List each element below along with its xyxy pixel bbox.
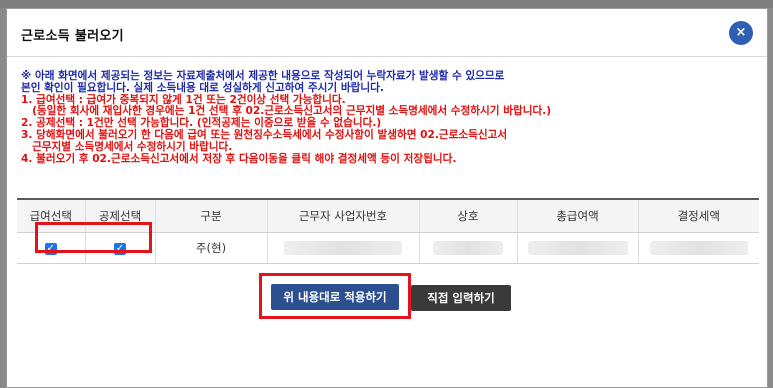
notice-line: 4. 불러오기 후 02.근로소득신고서에서 저장 후 다음이동을 클릭 해야 … [21,152,457,165]
notice-line: 본인 확인이 필요합니다. 실제 소득내용 대로 성실하게 신고하여 주시기 바… [21,81,384,94]
background-strip [0,0,773,8]
column-header-type: 구분 [155,198,268,233]
notice-block: ※ 아래 화면에서 제공되는 정보는 자료제출처에서 제공한 내용으로 작성되어… [21,70,761,165]
type-cell: 주(현) [155,232,268,264]
column-header-business-number: 근무자 사업자번호 [267,198,420,233]
column-header-total-salary: 총급여액 [517,198,639,233]
redacted-total-salary [527,241,628,256]
column-header-company-name: 상호 [419,198,518,233]
direct-input-button[interactable]: 직접 입력하기 [411,285,511,311]
modal-dialog: 근로소득 불러오기 × ※ 아래 화면에서 제공되는 정보는 자료제출처에서 제… [6,8,768,388]
notice-line: 3. 당해화면에서 불러오기 한 다음에 급여 또는 원천징수소득세에서 수정사… [21,128,508,141]
redacted-company-name [433,241,503,256]
dialog-header: 근로소득 불러오기 × [7,9,767,57]
close-icon[interactable]: × [729,21,753,45]
highlight-checkbox-area [35,222,152,253]
redacted-determined-tax [649,241,748,256]
dialog-title: 근로소득 불러오기 [21,29,124,44]
redacted-business-number [284,241,402,256]
column-header-determined-tax: 결정세액 [638,198,759,233]
notice-line: 근무지별 소득명세에서 수정하시기 바랍니다. [21,140,233,153]
highlight-apply-button [259,273,411,319]
